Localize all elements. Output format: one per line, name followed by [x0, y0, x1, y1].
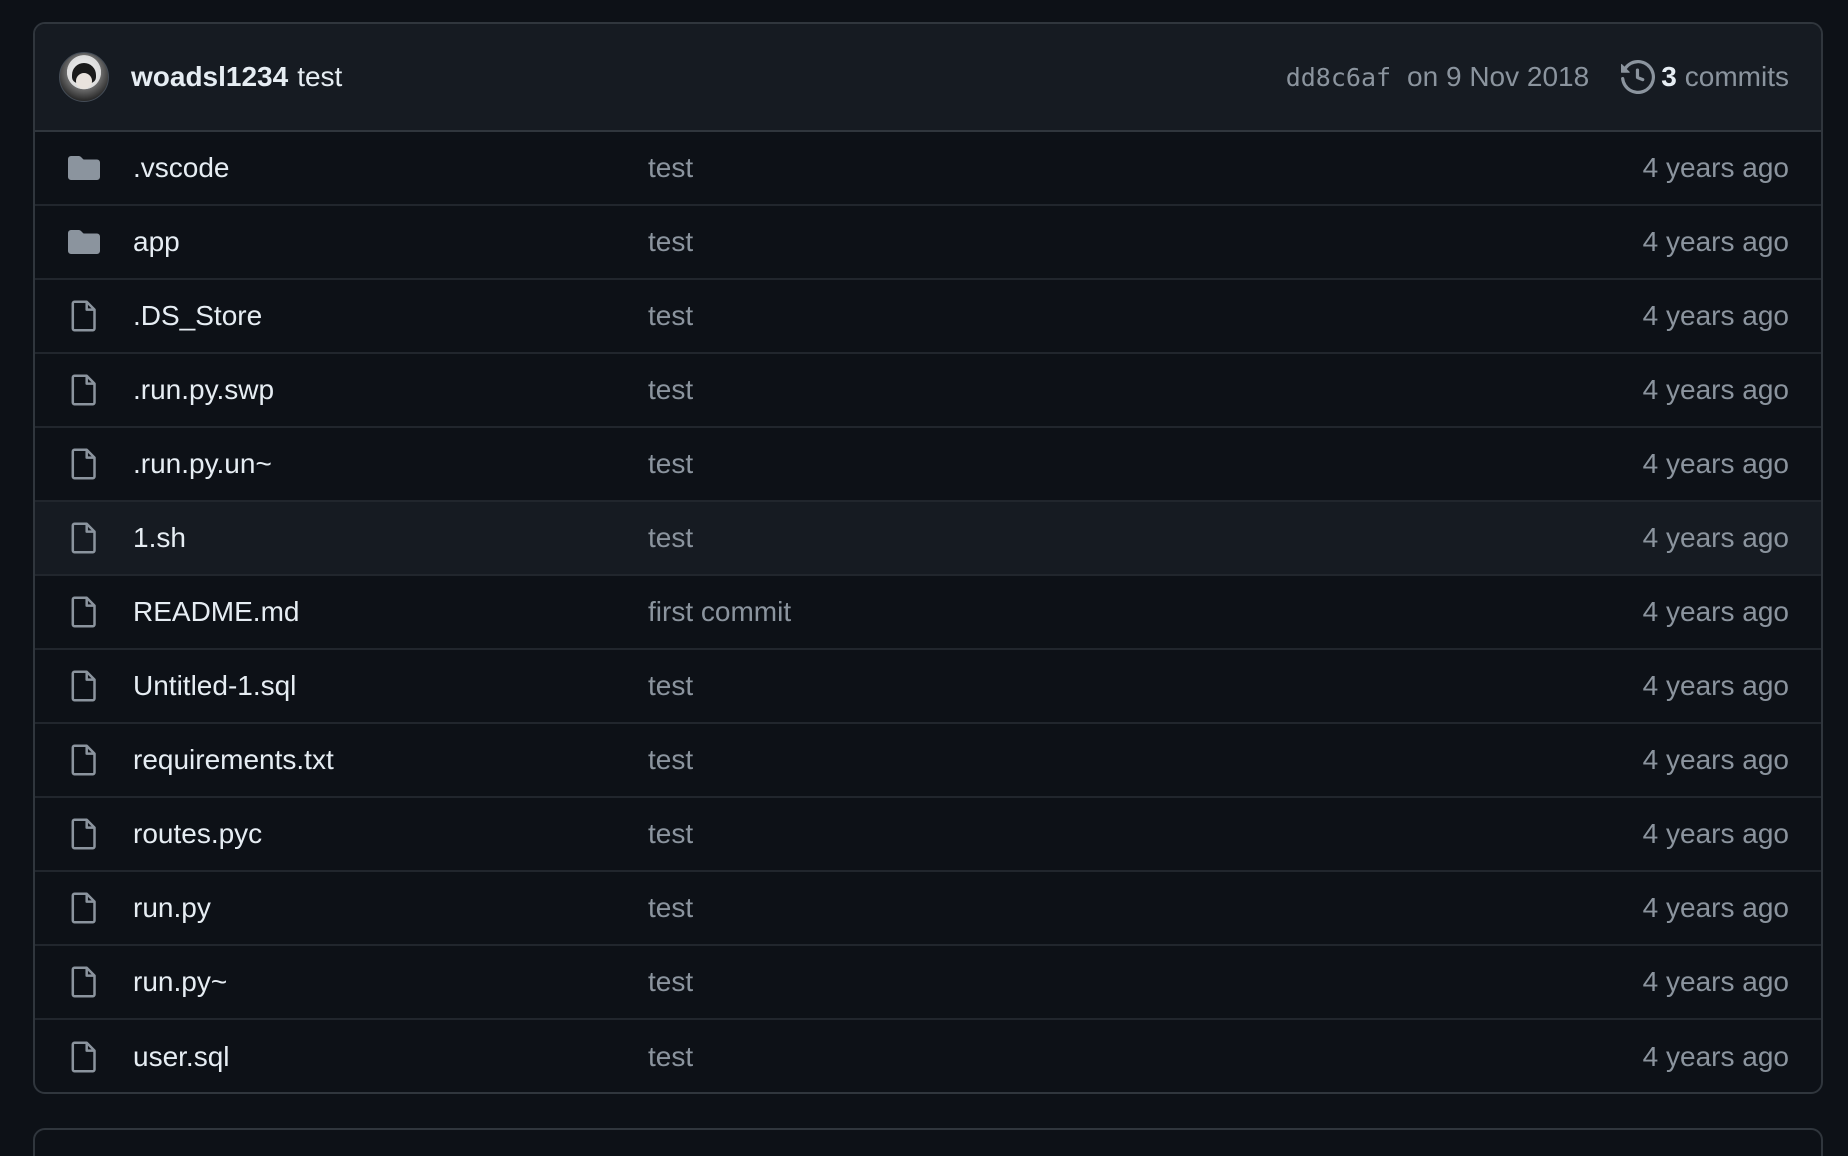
- folder-icon: [67, 151, 101, 185]
- file-commit-age: 4 years ago: [1642, 670, 1789, 701]
- file-icon: [67, 447, 101, 481]
- file-name-link[interactable]: run.py: [133, 892, 648, 924]
- readme-box: [33, 1128, 1823, 1156]
- file-commit-age: 4 years ago: [1642, 374, 1789, 405]
- file-icon: [67, 595, 101, 629]
- file-list: .vscode test 4 years ago app test 4 year…: [35, 132, 1821, 1092]
- file-commit-message-link[interactable]: test: [648, 670, 1643, 702]
- commit-history-link[interactable]: 3 commits: [1621, 60, 1789, 94]
- file-icon: [67, 299, 101, 333]
- folder-icon: [67, 225, 101, 259]
- file-row[interactable]: .run.py.un~ test 4 years ago: [35, 428, 1821, 502]
- file-commit-age: 4 years ago: [1642, 892, 1789, 923]
- file-name-link[interactable]: README.md: [133, 596, 648, 628]
- file-commit-message-link[interactable]: test: [648, 818, 1643, 850]
- file-commit-message-link[interactable]: test: [648, 448, 1643, 480]
- file-commit-age: 4 years ago: [1642, 744, 1789, 775]
- commits-label: commits: [1684, 61, 1789, 92]
- repo-file-browser: woadsl1234 test dd8c6af on 9 Nov 2018 3 …: [0, 0, 1848, 1156]
- file-row[interactable]: 1.sh test 4 years ago: [35, 502, 1821, 576]
- commit-author-link[interactable]: woadsl1234: [131, 61, 288, 93]
- commit-count: 3: [1661, 61, 1677, 92]
- file-commit-message-link[interactable]: first commit: [648, 596, 1643, 628]
- file-name-link[interactable]: app: [133, 226, 648, 258]
- file-row[interactable]: Untitled-1.sql test 4 years ago: [35, 650, 1821, 724]
- file-name-link[interactable]: .DS_Store: [133, 300, 648, 332]
- file-commit-message-link[interactable]: test: [648, 226, 1643, 258]
- file-icon: [67, 373, 101, 407]
- file-name-link[interactable]: .run.py.swp: [133, 374, 648, 406]
- file-commit-age: 4 years ago: [1642, 226, 1789, 257]
- file-commit-message-link[interactable]: test: [648, 152, 1643, 184]
- file-name-link[interactable]: run.py~: [133, 966, 648, 998]
- file-commit-age: 4 years ago: [1642, 300, 1789, 331]
- file-commit-age: 4 years ago: [1642, 1041, 1789, 1072]
- file-icon: [67, 965, 101, 999]
- file-commit-age: 4 years ago: [1642, 818, 1789, 849]
- file-row[interactable]: .DS_Store test 4 years ago: [35, 280, 1821, 354]
- file-commit-message-link[interactable]: test: [648, 892, 1643, 924]
- file-icon: [67, 817, 101, 851]
- file-commit-age: 4 years ago: [1642, 596, 1789, 627]
- file-row[interactable]: run.py~ test 4 years ago: [35, 946, 1821, 1020]
- file-icon: [67, 521, 101, 555]
- file-commit-age: 4 years ago: [1642, 966, 1789, 997]
- file-name-link[interactable]: 1.sh: [133, 522, 648, 554]
- file-name-link[interactable]: user.sql: [133, 1041, 648, 1073]
- file-commit-age: 4 years ago: [1642, 522, 1789, 553]
- file-row[interactable]: .vscode test 4 years ago: [35, 132, 1821, 206]
- file-row[interactable]: README.md first commit 4 years ago: [35, 576, 1821, 650]
- file-name-link[interactable]: .vscode: [133, 152, 648, 184]
- commit-message-link[interactable]: test: [297, 61, 342, 93]
- file-icon: [67, 743, 101, 777]
- file-name-link[interactable]: .run.py.un~: [133, 448, 648, 480]
- file-navigation-box: woadsl1234 test dd8c6af on 9 Nov 2018 3 …: [33, 22, 1823, 1094]
- file-commit-message-link[interactable]: test: [648, 374, 1643, 406]
- history-icon: [1621, 60, 1656, 94]
- file-row[interactable]: requirements.txt test 4 years ago: [35, 724, 1821, 798]
- file-row[interactable]: routes.pyc test 4 years ago: [35, 798, 1821, 872]
- file-commit-message-link[interactable]: test: [648, 522, 1643, 554]
- file-name-link[interactable]: routes.pyc: [133, 818, 648, 850]
- file-row[interactable]: app test 4 years ago: [35, 206, 1821, 280]
- latest-commit-header: woadsl1234 test dd8c6af on 9 Nov 2018 3 …: [35, 24, 1821, 132]
- file-commit-message-link[interactable]: test: [648, 300, 1643, 332]
- file-commit-message-link[interactable]: test: [648, 1041, 1643, 1073]
- file-commit-message-link[interactable]: test: [648, 744, 1643, 776]
- file-row[interactable]: .run.py.swp test 4 years ago: [35, 354, 1821, 428]
- file-commit-age: 4 years ago: [1642, 152, 1789, 183]
- file-commit-age: 4 years ago: [1642, 448, 1789, 479]
- avatar[interactable]: [59, 52, 109, 102]
- file-icon: [67, 1040, 101, 1074]
- file-icon: [67, 891, 101, 925]
- file-name-link[interactable]: requirements.txt: [133, 744, 648, 776]
- commit-date: on 9 Nov 2018: [1407, 61, 1590, 92]
- file-name-link[interactable]: Untitled-1.sql: [133, 670, 648, 702]
- file-icon: [67, 669, 101, 703]
- file-row[interactable]: run.py test 4 years ago: [35, 872, 1821, 946]
- commit-sha-link[interactable]: dd8c6af: [1286, 63, 1391, 92]
- file-commit-message-link[interactable]: test: [648, 966, 1643, 998]
- file-row[interactable]: user.sql test 4 years ago: [35, 1020, 1821, 1092]
